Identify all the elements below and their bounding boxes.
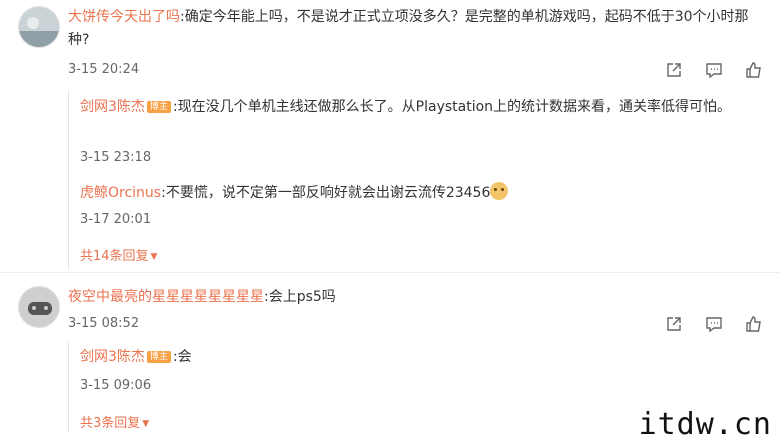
like-icon xyxy=(746,62,761,78)
reply-text: :会 xyxy=(172,349,192,365)
like-icon xyxy=(746,316,761,332)
blogger-badge: 博主 xyxy=(146,101,171,113)
comment-username[interactable]: 大饼传今天出了吗 xyxy=(68,9,180,25)
comment-divider xyxy=(0,272,780,273)
comment-timestamp: 3-15 20:24 xyxy=(68,62,140,77)
more-replies-label: 共14条回复 xyxy=(80,249,149,264)
comment-timestamp: 3-15 08:52 xyxy=(68,316,140,331)
share-button[interactable] xyxy=(654,60,694,80)
reply-thread-line xyxy=(68,342,69,432)
comment-username[interactable]: 夜空中最亮的星星星星星星星星 xyxy=(68,289,264,305)
comment-text: :会上ps5吗 xyxy=(264,289,336,305)
share-icon xyxy=(667,63,681,77)
comment-icon xyxy=(706,317,722,333)
more-replies-label: 共3条回复 xyxy=(80,416,141,431)
share-icon xyxy=(667,317,681,331)
avatar-image xyxy=(19,7,59,47)
reply-username[interactable]: 虎鲸Orcinus xyxy=(80,185,161,201)
comment-actions xyxy=(654,314,774,334)
comment-actions xyxy=(654,60,774,80)
reply-1: 剑网3陈杰 博主:会 xyxy=(80,346,760,368)
share-button[interactable] xyxy=(654,314,694,334)
reply-timestamp: 3-17 20:01 xyxy=(80,212,152,227)
reply-username[interactable]: 剑网3陈杰 xyxy=(80,99,145,115)
doge-emoji-icon xyxy=(490,182,509,200)
avatar-image xyxy=(19,287,59,327)
like-button[interactable] xyxy=(734,314,774,334)
comment-button[interactable] xyxy=(694,60,734,80)
blogger-badge: 博主 xyxy=(146,351,171,363)
reply-timestamp: 3-15 09:06 xyxy=(80,378,152,393)
reply-text: :不要慌，说不定第一部反响好就会出谢云流传23456 xyxy=(161,185,491,201)
reply-timestamp: 3-15 23:18 xyxy=(80,150,152,165)
comment-body: 大饼传今天出了吗:确定今年能上吗，不是说才正式立项没多久？是完整的单机游戏吗，起… xyxy=(68,6,758,52)
like-button[interactable] xyxy=(734,60,774,80)
more-replies-link[interactable]: 共3条回复 ▼ xyxy=(80,412,149,431)
reply-username[interactable]: 剑网3陈杰 xyxy=(80,349,145,365)
caret-down-icon: ▼ xyxy=(150,252,158,262)
comment-icon xyxy=(706,63,722,79)
reply-1: 剑网3陈杰 博主:现在没几个单机主线还做那么长了。从Playstation上的统计… xyxy=(80,96,760,118)
caret-down-icon: ▼ xyxy=(142,419,150,429)
reply-thread-line xyxy=(68,90,69,270)
reply-text: :现在没几个单机主线还做那么长了。从Playstation上的统计数据来看，通关… xyxy=(172,99,732,115)
reply-2: 虎鲸Orcinus:不要慌，说不定第一部反响好就会出谢云流传23456 xyxy=(80,182,760,204)
comment-body: 夜空中最亮的星星星星星星星星:会上ps5吗 xyxy=(68,286,758,309)
avatar[interactable] xyxy=(18,286,60,328)
more-replies-link[interactable]: 共14条回复 ▼ xyxy=(80,245,157,264)
watermark: itdw.cn xyxy=(638,407,772,442)
comment-button[interactable] xyxy=(694,314,734,334)
avatar[interactable] xyxy=(18,6,60,48)
